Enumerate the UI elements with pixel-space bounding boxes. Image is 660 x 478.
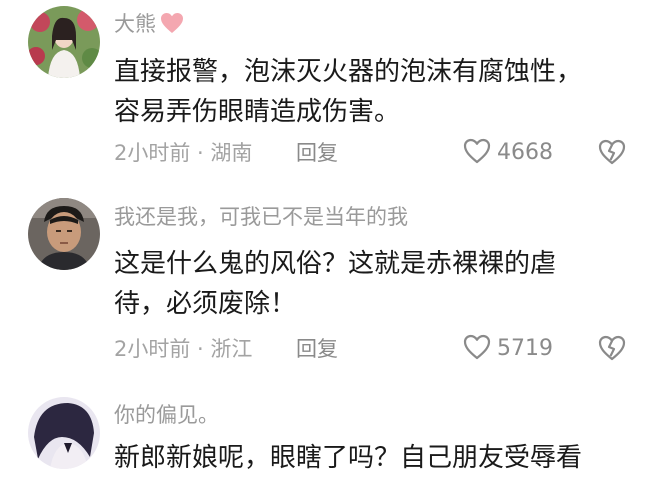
like-count: 4668 — [497, 140, 553, 165]
comment-text-line: 待，必须废除！ — [114, 289, 297, 319]
comment-item: 我还是我，可我已不是当年的我 这是什么鬼的风俗？这就是赤裸裸的虐 待，必须废除！… — [0, 190, 660, 370]
comment-text-line: 直接报警，泡沫灭火器的泡沫有腐蚀性， — [114, 57, 583, 87]
avatar[interactable] — [28, 397, 100, 469]
comment-text: 新郎新娘呢，眼瞎了吗？自己朋友受辱看 — [114, 438, 634, 478]
comment-username[interactable]: 你的偏见。 — [114, 402, 219, 428]
comment-text-line: 这是什么鬼的风俗？这就是赤裸裸的虐 — [114, 249, 557, 279]
broken-heart-icon[interactable] — [598, 335, 626, 365]
reply-button[interactable]: 回复 — [296, 336, 338, 362]
comment-text: 直接报警，泡沫灭火器的泡沫有腐蚀性， 容易弄伤眼睛造成伤害。 — [114, 52, 634, 132]
comment-username[interactable]: 大熊 — [114, 11, 184, 40]
like-count: 5719 — [497, 336, 553, 361]
comment-text-line: 容易弄伤眼睛造成伤害。 — [114, 97, 401, 127]
comment-text-line: 新郎新娘呢，眼瞎了吗？自己朋友受辱看 — [114, 443, 583, 473]
heart-outline-icon — [463, 334, 491, 364]
comment-item: 大熊 直接报警，泡沫灭火器的泡沫有腐蚀性， 容易弄伤眼睛造成伤害。 2小时前 ·… — [0, 0, 660, 180]
heart-outline-icon — [463, 138, 491, 168]
comment-text: 这是什么鬼的风俗？这就是赤裸裸的虐 待，必须废除！ — [114, 244, 634, 324]
comment-meta: 2小时前 · 浙江 — [114, 337, 253, 361]
comment-item: 你的偏见。 新郎新娘呢，眼瞎了吗？自己朋友受辱看 — [0, 392, 660, 473]
broken-heart-icon[interactable] — [598, 139, 626, 169]
comment-meta: 2小时前 · 湖南 — [114, 141, 253, 165]
heart-badge-icon — [160, 12, 184, 40]
avatar[interactable] — [28, 198, 100, 270]
avatar[interactable] — [28, 6, 100, 78]
like-button[interactable]: 4668 — [463, 138, 553, 168]
reply-button[interactable]: 回复 — [296, 140, 338, 166]
like-button[interactable]: 5719 — [463, 334, 553, 364]
comment-username[interactable]: 我还是我，可我已不是当年的我 — [114, 204, 408, 230]
